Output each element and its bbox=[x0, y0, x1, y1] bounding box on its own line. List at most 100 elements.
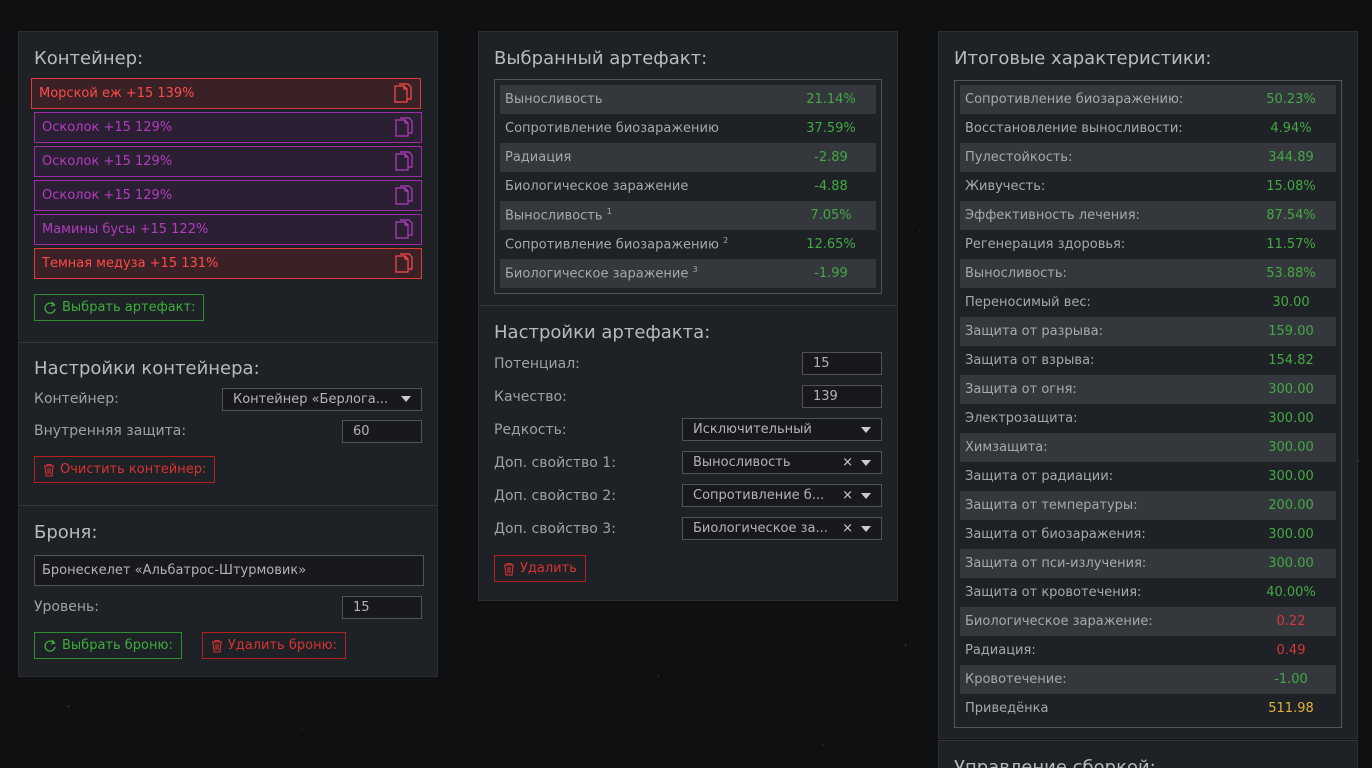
select-armor-button[interactable]: Выбрать броню: bbox=[34, 632, 182, 659]
copy-icon[interactable] bbox=[394, 218, 414, 241]
artifact-item[interactable]: Осколок +15 129% bbox=[34, 112, 422, 143]
artifact-stat-value: -1.99 bbox=[814, 266, 848, 281]
total-stat-value: 15.08% bbox=[1266, 179, 1316, 194]
artifact-stat-value: 12.65% bbox=[806, 237, 856, 252]
total-stat-name: Пулестойкость: bbox=[965, 150, 1073, 165]
artifact-stat-name: Радиация bbox=[505, 150, 571, 165]
close-icon[interactable]: × bbox=[842, 488, 853, 503]
artifact-stat-name: Биологическое заражение bbox=[505, 179, 688, 194]
artifact-item[interactable]: Мамины бусы +15 122% bbox=[34, 214, 422, 245]
total-stat-row: Переносимый вес: 30.00 bbox=[960, 288, 1336, 317]
total-stat-name: Приведёнка bbox=[965, 701, 1049, 716]
extra2-row: Доп. свойство 2: Сопротивление б... × bbox=[494, 479, 882, 512]
total-stat-row: Защита от разрыва: 159.00 bbox=[960, 317, 1336, 346]
total-stat-value: 300.00 bbox=[1268, 382, 1314, 397]
container-panel: Контейнер: Морской еж +15 139% Осколок +1… bbox=[18, 31, 438, 677]
artifact-settings-section: Настройки артефакта: Потенциал: 15 Качес… bbox=[479, 305, 897, 601]
artifact-item[interactable]: Темная медуза +15 131% bbox=[34, 248, 422, 279]
artifact-stat-name-text: Сопротивление биозаражению bbox=[505, 237, 719, 253]
artifact-item-label: Темная медуза +15 131% bbox=[42, 256, 219, 271]
extra1-select[interactable]: Выносливость × bbox=[682, 451, 882, 474]
total-stat-row: Сопротивление биозаражению: 50.23% bbox=[960, 85, 1336, 114]
level-row: Уровень: 15 bbox=[34, 591, 422, 623]
extra3-label: Доп. свойство 3: bbox=[494, 520, 616, 537]
artifact-stat-row: Биологическое заражение 3 -1.99 bbox=[500, 259, 876, 288]
chevron-down-icon bbox=[861, 525, 871, 532]
artifact-stat-sup: 1 bbox=[606, 207, 612, 217]
copy-icon[interactable] bbox=[394, 252, 414, 275]
copy-icon[interactable] bbox=[394, 116, 414, 139]
total-stat-name: Электрозащита: bbox=[965, 411, 1078, 426]
total-stat-row: Защита от огня: 300.00 bbox=[960, 375, 1336, 404]
total-stat-row: Восстановление выносливости: 4.94% bbox=[960, 114, 1336, 143]
trash-icon bbox=[44, 463, 54, 477]
total-stat-name: Защита от радиации: bbox=[965, 469, 1114, 484]
artifact-stat-value: 37.59% bbox=[806, 121, 856, 136]
build-section: Управление сборкой: bbox=[939, 741, 1357, 768]
close-icon[interactable]: × bbox=[842, 455, 853, 470]
artifact-stat-row: Биологическое заражение -4.88 bbox=[500, 172, 876, 201]
container-settings-section: Настройки контейнера: Контейнер: Контейн… bbox=[19, 342, 437, 505]
total-stat-name: Биологическое заражение: bbox=[965, 614, 1153, 629]
artifact-stat-sup: 3 bbox=[692, 265, 698, 275]
copy-icon[interactable] bbox=[393, 82, 413, 105]
artifact-stat-value: -2.89 bbox=[814, 150, 848, 165]
container-label: Контейнер: bbox=[34, 391, 119, 407]
total-stat-value: 87.54% bbox=[1266, 208, 1316, 223]
artifact-item[interactable]: Морской еж +15 139% bbox=[31, 78, 421, 109]
armor-input[interactable]: Бронескелет «Альбатрос-Штурмовик» bbox=[34, 555, 424, 586]
total-stat-row: Пулестойкость: 344.89 bbox=[960, 143, 1336, 172]
total-stat-name: Защита от температуры: bbox=[965, 498, 1138, 513]
quality-input[interactable]: 139 bbox=[802, 385, 882, 408]
quality-label: Качество: bbox=[494, 388, 567, 405]
artifact-stat-name: Биологическое заражение 3 bbox=[505, 265, 698, 281]
container-select[interactable]: Контейнер «Берлога... bbox=[222, 387, 422, 411]
artifact-item[interactable]: Осколок +15 129% bbox=[34, 180, 422, 211]
total-stat-row: Защита от радиации: 300.00 bbox=[960, 462, 1336, 491]
total-stat-value: 50.23% bbox=[1266, 92, 1316, 107]
total-stat-name: Защита от кровотечения: bbox=[965, 585, 1142, 600]
artifact-stat-value: 7.05% bbox=[810, 208, 852, 223]
total-stat-row: Защита от кровотечения: 40.00% bbox=[960, 578, 1336, 607]
total-stat-value: 344.89 bbox=[1268, 150, 1314, 165]
total-stat-value: 30.00 bbox=[1272, 295, 1310, 310]
artifact-stat-row: Радиация -2.89 bbox=[500, 143, 876, 172]
close-icon[interactable]: × bbox=[842, 521, 853, 536]
totals-stats-table: Сопротивление биозаражению: 50.23% Восстан… bbox=[954, 80, 1342, 728]
armor-section: Броня: Бронескелет «Альбатрос-Штурмовик»… bbox=[19, 505, 437, 676]
total-stat-value: 300.00 bbox=[1268, 440, 1314, 455]
container-row: Контейнер: Контейнер «Берлога... bbox=[34, 383, 422, 415]
armor-buttons: Выбрать броню: Удалить броню: bbox=[34, 632, 422, 659]
total-stat-value: 11.57% bbox=[1266, 237, 1316, 252]
total-stat-value: 159.00 bbox=[1268, 324, 1314, 339]
artifact-item-label: Мамины бусы +15 122% bbox=[42, 222, 209, 237]
artifact-item[interactable]: Осколок +15 129% bbox=[34, 146, 422, 177]
inner-protection-input[interactable]: 60 bbox=[342, 419, 422, 443]
potential-input[interactable]: 15 bbox=[802, 352, 882, 375]
select-artifact-button[interactable]: Выбрать артефакт: bbox=[34, 294, 205, 321]
copy-icon[interactable] bbox=[394, 150, 414, 173]
total-stat-row: Выносливость: 53.88% bbox=[960, 259, 1336, 288]
artifact-item-label: Осколок +15 129% bbox=[42, 188, 173, 203]
level-input[interactable]: 15 bbox=[342, 595, 422, 619]
rarity-select[interactable]: Исключительный bbox=[682, 418, 882, 441]
clear-container-button[interactable]: Очистить контейнер: bbox=[34, 456, 216, 483]
extra2-select-value: Сопротивление б... bbox=[693, 488, 825, 503]
artifact-stat-name-text: Биологическое заражение bbox=[505, 266, 689, 282]
total-stat-row: Эффективность лечения: 87.54% bbox=[960, 201, 1336, 230]
inner-protection-row: Внутренняя защита: 60 bbox=[34, 415, 422, 447]
container-settings-title: Настройки контейнера: bbox=[34, 358, 260, 379]
extra3-select[interactable]: Биологическое за... × bbox=[682, 517, 882, 540]
refresh-icon bbox=[44, 639, 56, 652]
select-artifact-label: Выбрать артефакт: bbox=[62, 300, 196, 315]
copy-icon[interactable] bbox=[394, 184, 414, 207]
total-stat-name: Защита от огня: bbox=[965, 382, 1077, 397]
total-stat-row: Защита от температуры: 200.00 bbox=[960, 491, 1336, 520]
delete-armor-button[interactable]: Удалить броню: bbox=[201, 632, 346, 659]
extra2-select[interactable]: Сопротивление б... × bbox=[682, 484, 882, 507]
total-stat-row: Радиация: 0.49 bbox=[960, 636, 1336, 665]
delete-artifact-button[interactable]: Удалить bbox=[494, 555, 586, 582]
rarity-row: Редкость: Исключительный bbox=[494, 413, 882, 446]
total-stat-row: Защита от взрыва: 154.82 bbox=[960, 346, 1336, 375]
total-stat-value: 511.98 bbox=[1268, 701, 1314, 716]
